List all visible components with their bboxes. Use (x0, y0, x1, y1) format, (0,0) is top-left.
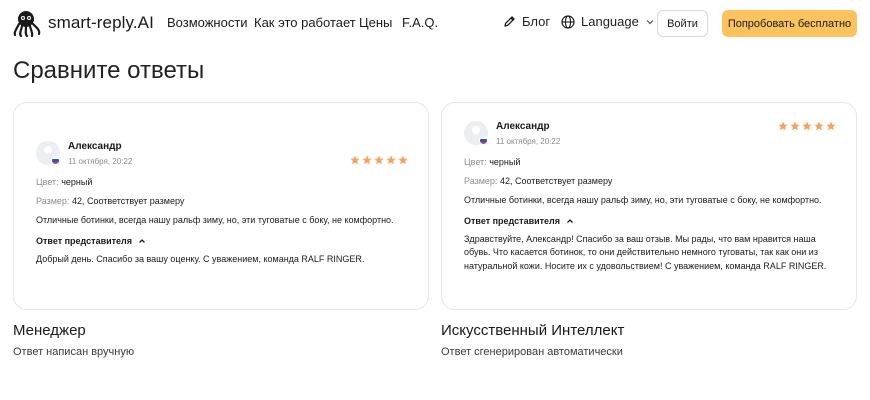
size-label: Размер: (36, 196, 70, 206)
size-value: 42, Соответствует размеру (71, 196, 185, 206)
rating-stars (778, 121, 836, 131)
color-value: черный (489, 157, 521, 167)
language-label: Language (581, 14, 639, 29)
star-icon (398, 155, 408, 165)
star-icon (350, 155, 360, 165)
avatar (464, 121, 488, 145)
nav-link-faq[interactable]: F.A.Q. (402, 15, 438, 30)
globe-icon (561, 14, 575, 29)
nav-link-how-it-works[interactable]: Как это работает (254, 15, 356, 30)
brand-name[interactable]: smart-reply.AI (48, 13, 154, 33)
page-title: Сравните ответы (13, 57, 205, 84)
ai-response-text: Здравствуйте, Александр! Спасибо за ваш … (464, 234, 827, 271)
language-selector[interactable]: Language (561, 14, 655, 29)
russia-flag-icon (479, 136, 488, 145)
response-label: Ответ представителя (464, 216, 561, 226)
review-text: Отличные ботинки, всегда нашу ральф зиму… (464, 195, 822, 205)
star-icon (826, 121, 836, 131)
avatar (36, 141, 60, 165)
rating-stars (350, 155, 408, 165)
star-icon (790, 121, 800, 131)
reviewer-name: Александр (496, 121, 550, 132)
reviewer-name: Александр (68, 141, 122, 152)
manager-review-card: Александр 11 октября, 20:22 Цвет: черный… (13, 102, 429, 310)
russia-flag-icon (51, 156, 60, 165)
star-icon (362, 155, 372, 165)
blog-label: Блог (522, 14, 551, 29)
color-attribute: Цвет: черный (36, 176, 408, 189)
color-value: черный (61, 177, 93, 187)
review-date: 11 октября, 20:22 (496, 137, 561, 146)
star-icon (374, 155, 384, 165)
size-attribute: Размер: 42, Соответствует размеру (464, 175, 836, 188)
login-button[interactable]: Войти (657, 10, 708, 37)
review-date: 11 октября, 20:22 (68, 157, 133, 166)
star-icon (802, 121, 812, 131)
size-attribute: Размер: 42, Соответствует размеру (36, 195, 408, 208)
top-nav: smart-reply.AI Возможности Как это работ… (0, 0, 870, 46)
review-text: Отличные ботинки, всегда нашу ральф зиму… (36, 215, 394, 225)
color-label: Цвет: (464, 157, 487, 167)
star-icon (386, 155, 396, 165)
ai-column-subtitle: Ответ сгенерирован автоматически (441, 346, 623, 358)
manager-response-text: Добрый день. Спасибо за вашу оценку. С у… (36, 254, 365, 264)
pencil-icon (504, 16, 515, 27)
color-attribute: Цвет: черный (464, 156, 836, 169)
manager-column-subtitle: Ответ написан вручную (13, 346, 135, 358)
octopus-logo-icon[interactable] (13, 10, 42, 37)
manager-column-title: Менеджер (13, 322, 86, 339)
chevron-up-icon (139, 239, 145, 243)
ai-review-card: Александр 11 октября, 20:22 Цвет: черный… (441, 102, 857, 310)
nav-link-pricing[interactable]: Цены (359, 15, 392, 30)
size-label: Размер: (464, 176, 498, 186)
color-label: Цвет: (36, 177, 59, 187)
chevron-up-icon (567, 219, 573, 223)
nav-link-features[interactable]: Возможности (167, 15, 248, 30)
response-toggle[interactable]: Ответ представителя (36, 236, 408, 246)
size-value: 42, Соответствует размеру (499, 176, 613, 186)
response-toggle[interactable]: Ответ представителя (464, 216, 836, 226)
ai-column-title: Искусственный Интеллект (441, 322, 625, 339)
star-icon (814, 121, 824, 131)
try-free-button[interactable]: Попробовать бесплатно (722, 10, 857, 37)
star-icon (778, 121, 788, 131)
blog-link[interactable]: Блог (503, 14, 550, 29)
response-label: Ответ представителя (36, 236, 133, 246)
chevron-down-icon (646, 19, 654, 24)
